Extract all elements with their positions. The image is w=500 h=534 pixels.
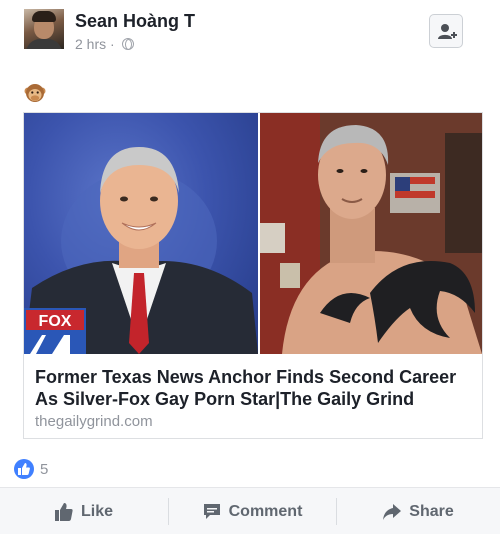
link-preview-image[interactable]: FOX: [24, 113, 482, 354]
like-label: Like: [80, 502, 113, 520]
share-label: Share: [409, 502, 454, 520]
comment-label: Comment: [228, 502, 303, 520]
reaction-count[interactable]: 5: [40, 461, 48, 478]
author-avatar[interactable]: [24, 9, 64, 49]
speak-no-evil-monkey-icon: [24, 84, 46, 102]
fox-logo-text: FOX: [39, 313, 72, 330]
shared-link-card[interactable]: FOX Former Texas News Anchor Finds Secon…: [23, 112, 483, 439]
share-arrow-icon: [383, 503, 402, 520]
tattooed-man-photo: [260, 113, 482, 354]
add-friend-button[interactable]: [429, 14, 463, 48]
meta-separator: ·: [110, 36, 115, 52]
comment-button[interactable]: Comment: [169, 488, 336, 534]
like-button[interactable]: Like: [0, 488, 168, 534]
share-button[interactable]: Share: [337, 488, 500, 534]
thumbs-up-icon: [54, 502, 73, 521]
add-friend-icon: [438, 24, 457, 39]
action-bar: Like Comment Share: [0, 487, 500, 534]
post-time[interactable]: 2 hrs: [75, 36, 106, 52]
like-reaction-icon: [14, 459, 34, 479]
globe-icon: [121, 38, 134, 50]
post-header: Sean Hoàng T 2 hrs ·: [0, 0, 500, 70]
avatar-hair: [32, 11, 56, 22]
post-meta: 2 hrs ·: [75, 36, 134, 52]
news-anchor-photo: FOX: [24, 113, 258, 354]
link-title[interactable]: Former Texas News Anchor Finds Second Ca…: [35, 366, 475, 410]
comment-icon: [203, 503, 220, 519]
link-domain: thegailygrind.com: [35, 413, 153, 430]
avatar-shirt: [26, 39, 62, 49]
post-text: [24, 82, 46, 104]
author-name[interactable]: Sean Hoàng T: [75, 11, 195, 32]
